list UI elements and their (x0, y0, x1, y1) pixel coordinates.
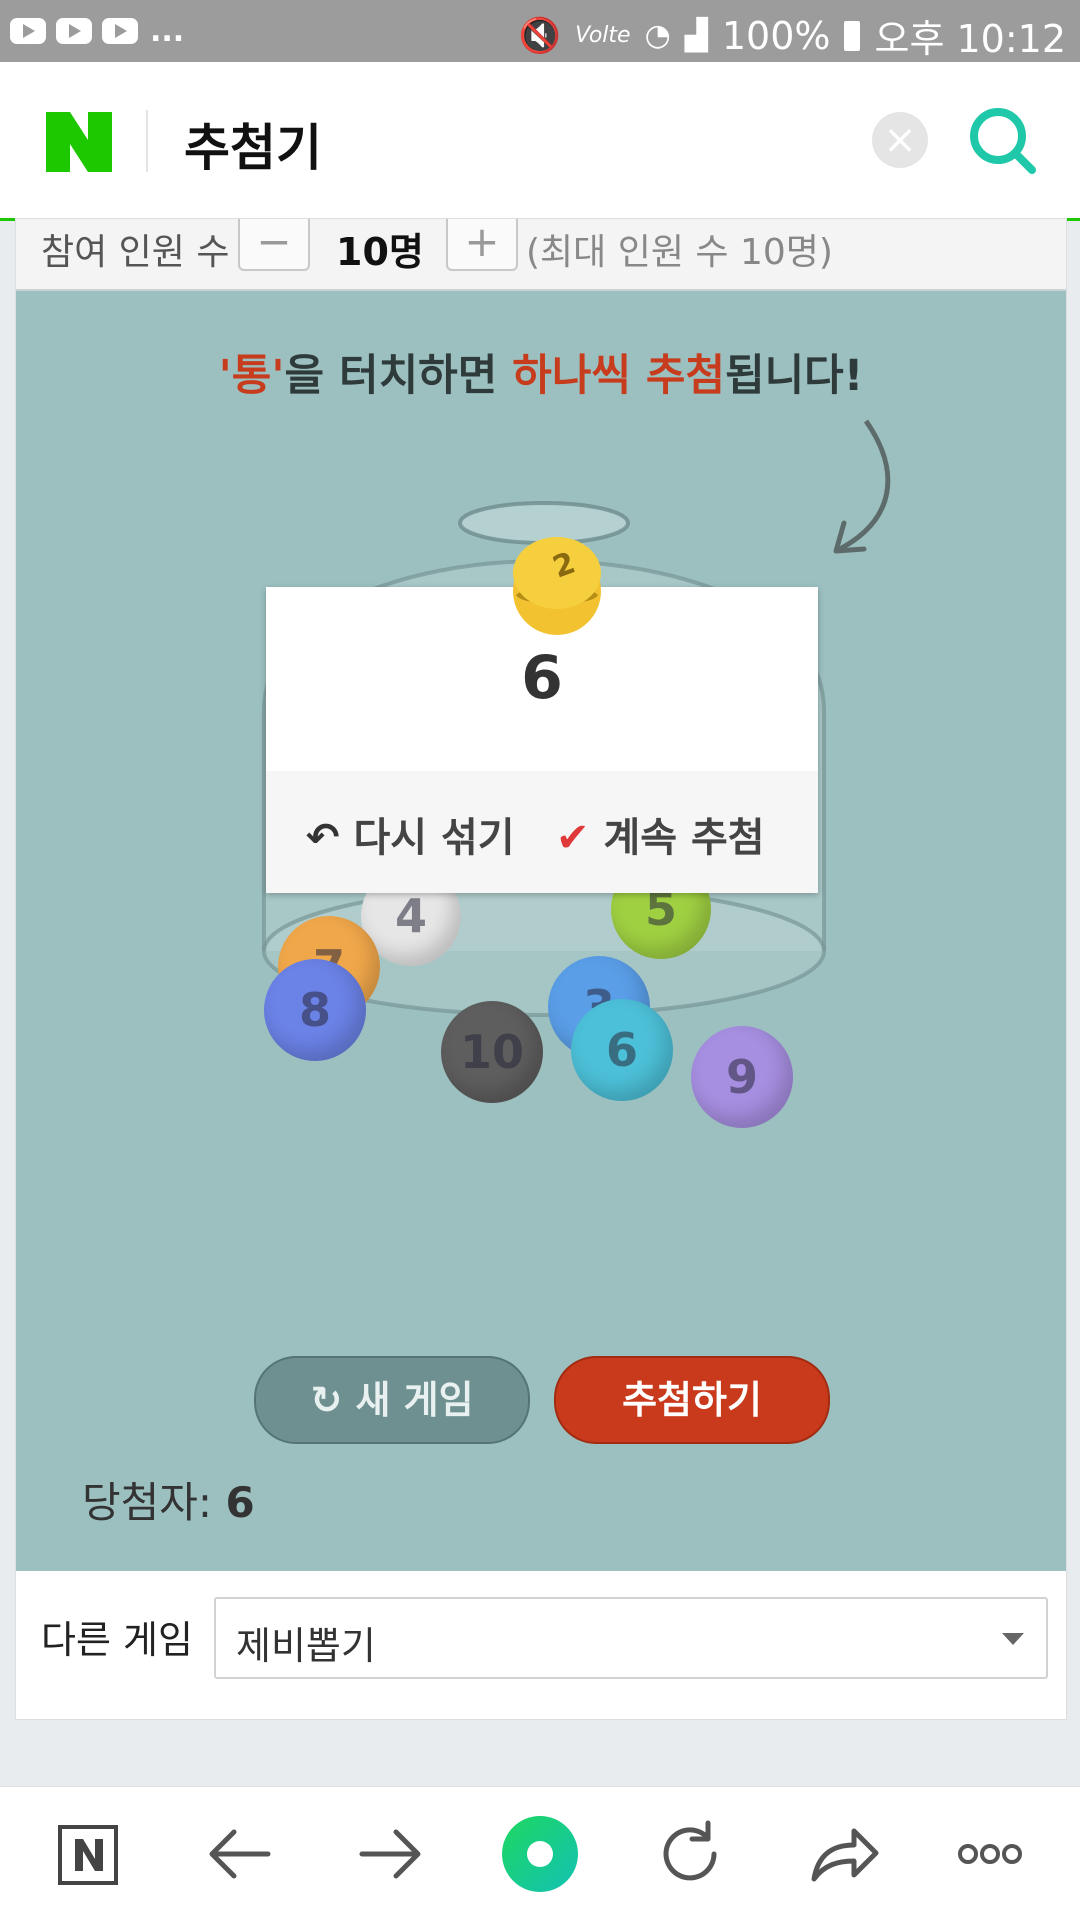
continue-draw-button[interactable]: ✔ 계속 추첨 (556, 805, 765, 863)
draw-result-popup: 2 6 ↶ 다시 섞기 ✔ 계속 추첨 (266, 537, 818, 893)
lottery-ball: 8 (264, 959, 366, 1061)
drawn-number: 6 (521, 643, 563, 713)
back-arrow-icon[interactable] (180, 1787, 300, 1921)
lottery-ball: 6 (571, 999, 673, 1101)
naver-logo-icon[interactable] (46, 112, 112, 172)
more-icon[interactable] (930, 1787, 1050, 1921)
instruction-part: 됩니다! (725, 351, 864, 401)
increase-count-button[interactable]: + (446, 219, 518, 271)
drawn-ball-icon: 2 (513, 537, 601, 635)
youtube-icon (56, 18, 92, 44)
check-icon: ✔ (556, 815, 590, 861)
instruction-part: 을 터치하면 (284, 351, 513, 401)
draw-button[interactable]: 추첨하기 (554, 1356, 830, 1444)
page-title: 추첨기 (184, 119, 322, 177)
chevron-down-icon (1002, 1633, 1024, 1645)
clock: 오후 10:12 (874, 17, 1066, 61)
green-dot-icon[interactable] (480, 1787, 600, 1921)
lottery-game-area: '통'을 터치하면 하나씩 추첨됩니다! 457831069 2 6 (16, 291, 1066, 1571)
undo-icon: ↶ (306, 815, 340, 861)
winner-value: 6 (225, 1478, 255, 1527)
participant-count-value: 10명 (336, 230, 424, 274)
mute-icon: 🔇 (518, 15, 562, 56)
other-game-label: 다른 게임 (41, 1618, 193, 1662)
other-game-selected: 제비뽑기 (236, 1624, 376, 1668)
wifi-icon: ◔ (644, 18, 671, 53)
instruction-text: '통'을 터치하면 하나씩 추첨됩니다! (16, 341, 1066, 403)
app-header: 추첨기 × (0, 62, 1080, 221)
youtube-icon (102, 18, 138, 44)
new-game-button[interactable]: ↻ 새 게임 (254, 1356, 530, 1444)
continue-label: 계속 추첨 (603, 815, 765, 861)
reshuffle-label: 다시 섞기 (353, 815, 515, 861)
close-icon: × (883, 117, 917, 163)
lottery-ball: 9 (691, 1026, 793, 1128)
instruction-part: '통' (218, 351, 285, 401)
decrease-count-button[interactable]: − (238, 219, 310, 271)
share-icon[interactable] (780, 1787, 900, 1921)
reshuffle-button[interactable]: ↶ 다시 섞기 (306, 805, 515, 863)
browser-bottom-nav (0, 1786, 1080, 1921)
youtube-icon (10, 18, 46, 44)
close-button[interactable]: × (872, 112, 928, 168)
refresh-icon[interactable] (630, 1787, 750, 1921)
refresh-icon: ↻ (310, 1378, 343, 1422)
participant-count-label: 참여 인원 수 (41, 232, 230, 273)
max-participants-note: (최대 인원 수 10명) (526, 232, 833, 273)
battery-icon (844, 20, 861, 51)
winner-label: 당첨자: (82, 1478, 213, 1527)
winner-display: 당첨자: 6 (82, 1469, 255, 1530)
instruction-part: 하나씩 추첨 (512, 351, 726, 401)
battery-level: 100% (721, 13, 831, 58)
notification-overflow: ... (150, 14, 185, 49)
status-bar: ... 🔇 Volte ◔ ▟ 100% 오후 10:12 (0, 0, 1080, 62)
header-divider (146, 110, 148, 172)
other-game-select[interactable]: 제비뽑기 (214, 1597, 1048, 1679)
lottery-ball: 10 (441, 1001, 543, 1103)
forward-arrow-icon[interactable] (330, 1787, 450, 1921)
volte-indicator: Volte (575, 23, 631, 48)
lottery-card: 참여 인원 수 − 10명 + (최대 인원 수 10명) '통'을 터치하면 … (15, 218, 1067, 1720)
naver-home-icon[interactable] (28, 1787, 148, 1921)
new-game-label: 새 게임 (355, 1378, 474, 1422)
signal-icon: ▟ (684, 18, 708, 53)
search-icon[interactable] (968, 106, 1038, 176)
participant-count-row: 참여 인원 수 − 10명 + (최대 인원 수 10명) (16, 219, 1066, 291)
